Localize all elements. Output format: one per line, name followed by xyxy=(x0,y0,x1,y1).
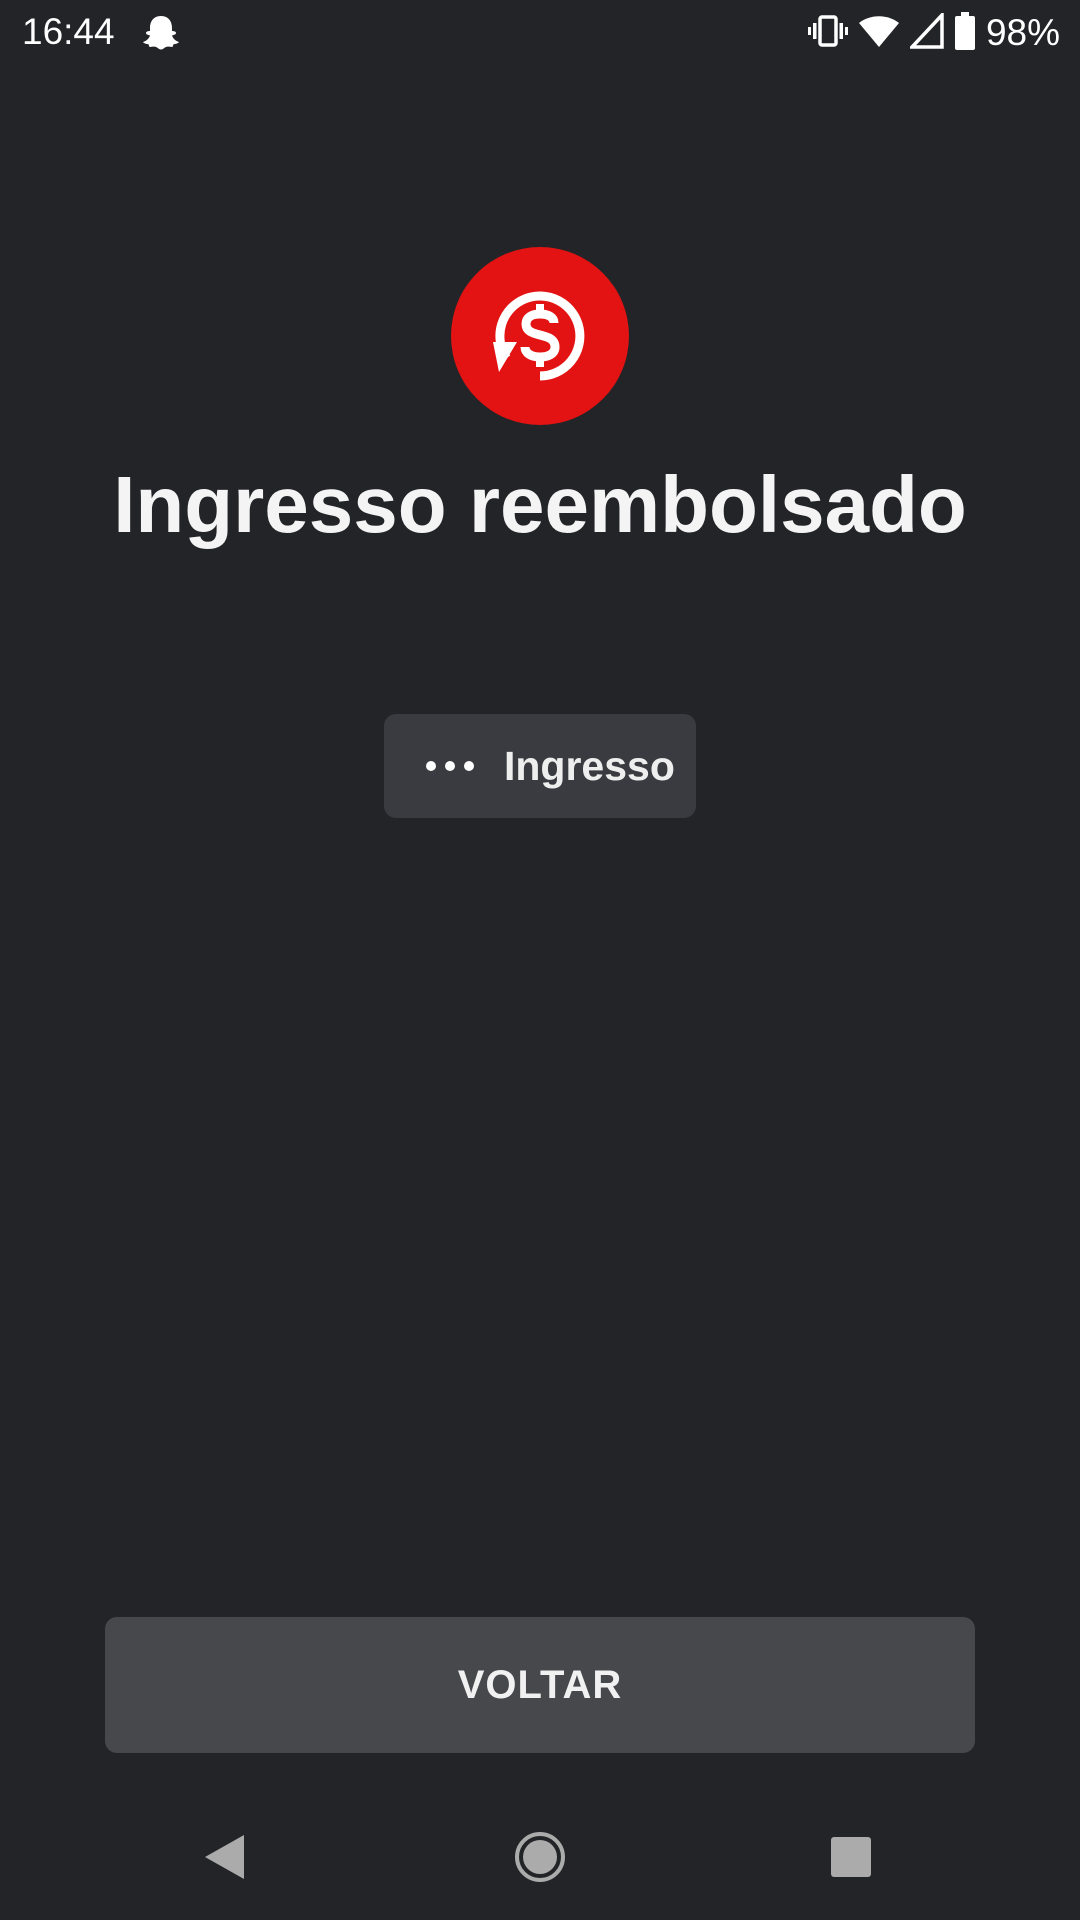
vibrate-icon xyxy=(807,11,848,56)
back-button[interactable]: VOLTAR xyxy=(105,1617,975,1753)
battery-percent: 98% xyxy=(985,12,1060,53)
status-bar: 16:44 98% xyxy=(0,0,1080,66)
refund-dollar-icon xyxy=(451,247,629,425)
status-icons: 98% xyxy=(798,8,1060,58)
more-dots-icon xyxy=(422,756,478,776)
chip-label: Ingresso xyxy=(504,743,675,789)
page-title: Ingresso reembolsado xyxy=(113,460,967,549)
home-icon[interactable] xyxy=(514,1831,566,1888)
back-icon[interactable] xyxy=(200,1832,248,1887)
battery-icon xyxy=(954,11,976,55)
back-button-label: VOLTAR xyxy=(457,1662,623,1707)
ticket-chip[interactable]: Ingresso xyxy=(384,714,696,818)
recents-icon[interactable] xyxy=(830,1836,872,1883)
navigation-bar xyxy=(0,1800,1080,1920)
cell-signal-icon xyxy=(907,10,944,54)
wifi-icon xyxy=(858,13,900,54)
refund-confirmation-screen: 16:44 98% Ingresso reembolsado Ingresso … xyxy=(0,0,1080,1920)
snapchat-ghost-icon xyxy=(140,12,182,54)
status-time: 16:44 xyxy=(22,11,115,52)
